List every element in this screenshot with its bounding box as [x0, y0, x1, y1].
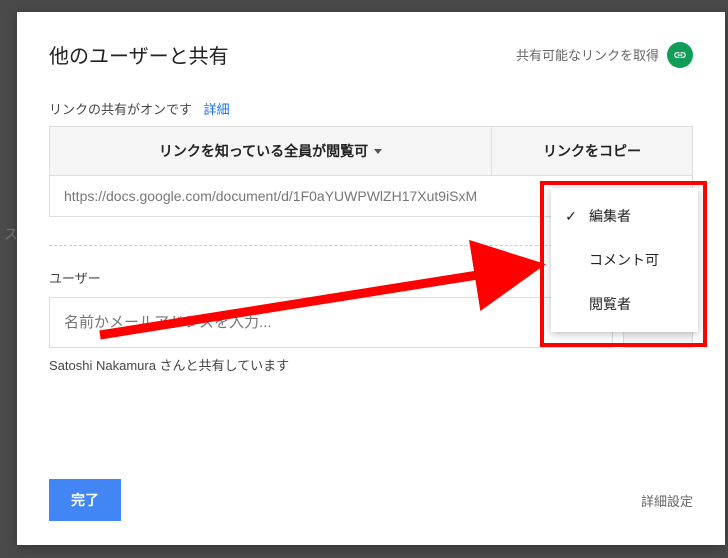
copy-link-button[interactable]: リンクをコピー — [492, 127, 692, 175]
dialog-title: 他のユーザーと共有 — [49, 40, 229, 69]
menu-item-viewer[interactable]: 閲覧者 — [551, 282, 698, 326]
link-status-text: リンクの共有がオンです — [49, 102, 192, 117]
menu-item-label: 閲覧者 — [589, 294, 631, 314]
get-shareable-link[interactable]: 共有可能なリンクを取得 — [516, 42, 693, 68]
link-permission-dropdown[interactable]: リンクを知っている全員が閲覧可 — [50, 127, 492, 175]
role-dropdown-menu: ✓ 編集者 コメント可 閲覧者 — [551, 188, 698, 332]
dialog-footer: 完了 詳細設定 — [49, 479, 693, 521]
people-input[interactable] — [49, 297, 613, 348]
dialog-header: 他のユーザーと共有 共有可能なリンクを取得 — [49, 40, 693, 69]
shareable-link-label: 共有可能なリンクを取得 — [516, 45, 659, 64]
caret-down-icon — [374, 149, 382, 154]
link-icon — [667, 42, 693, 68]
link-permission-bar: リンクを知っている全員が閲覧可 リンクをコピー — [49, 126, 693, 176]
menu-item-editor[interactable]: ✓ 編集者 — [551, 194, 698, 238]
check-icon: ✓ — [563, 208, 579, 225]
menu-item-label: コメント可 — [589, 250, 659, 270]
link-permission-text: リンクを知っている全員が閲覧可 — [159, 141, 368, 161]
menu-item-label: 編集者 — [589, 206, 631, 226]
link-sharing-status: リンクの共有がオンです 詳細 — [49, 99, 693, 118]
advanced-settings-link[interactable]: 詳細設定 — [641, 491, 693, 510]
menu-item-commenter[interactable]: コメント可 — [551, 238, 698, 282]
shared-with-text: Satoshi Nakamura さんと共有しています — [49, 355, 693, 374]
details-link[interactable]: 詳細 — [204, 102, 230, 117]
background-text: ス — [4, 224, 18, 244]
done-button[interactable]: 完了 — [49, 479, 121, 521]
